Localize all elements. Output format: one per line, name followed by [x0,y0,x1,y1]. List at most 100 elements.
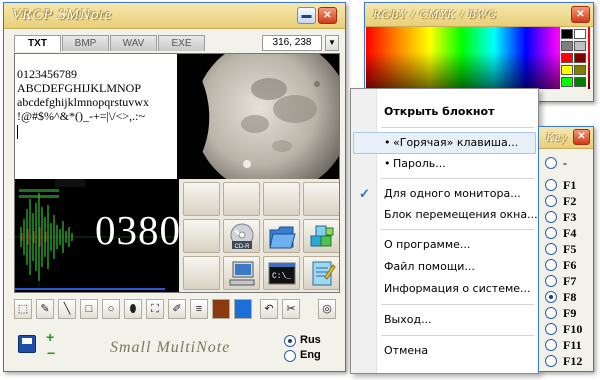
key-label: F10 [563,322,583,336]
key-radio[interactable] [545,323,557,335]
menu-separator [381,127,534,128]
key-label: F2 [563,194,577,208]
key-radio[interactable] [545,259,557,271]
key-radio[interactable] [545,339,557,351]
close-button[interactable]: ✕ [318,7,337,24]
tab-txt[interactable]: TXT [14,35,61,52]
key-radio[interactable] [545,275,557,287]
cursor-coords: 316, 238 [262,35,322,51]
eyedropper-icon[interactable]: ✐ [168,299,186,319]
menu-bullet: • [384,157,391,170]
swatch-silver[interactable] [574,41,586,51]
palette-close-button[interactable]: ✕ [571,6,590,23]
check-icon: ✓ [359,186,370,201]
launcher-cd-r[interactable]: CD-R [223,219,260,253]
menu-exit[interactable]: Выход... [384,313,432,326]
launcher-slot[interactable] [183,219,220,253]
color-blue-icon[interactable] [234,299,252,319]
minimize-button[interactable]: ▬ [297,7,316,24]
color-brown-icon[interactable] [212,299,230,319]
key-radio-selected[interactable] [545,291,557,303]
main-titlebar[interactable]: VRCP SMNote ▬ ✕ [4,3,345,29]
color-spectrum[interactable] [366,27,590,89]
lang-eng-radio[interactable] [284,350,296,362]
menu-separator [381,304,534,305]
ellipse-icon[interactable]: ○ [102,299,120,319]
key-title: Key [546,130,568,144]
lang-rus-radio[interactable] [284,335,296,347]
key-radio[interactable] [545,243,557,255]
notepad-icon [312,261,336,286]
menu-password[interactable]: Пароль... [393,157,446,170]
key-label: F8 [563,290,577,304]
menu-single-monitor[interactable]: Для одного монитора... [384,187,521,200]
swatch-green[interactable] [561,77,573,87]
launcher-slot[interactable] [303,182,339,216]
swatch-white[interactable] [574,29,586,39]
key-radio[interactable] [545,211,557,223]
save-icon[interactable] [18,335,36,353]
key-label: F11 [563,338,582,352]
launcher-computer[interactable] [223,256,260,290]
menu-move-block[interactable]: Блок перемещения окна... [384,208,538,221]
console-label: C:\_ [272,272,291,281]
menu-system-info[interactable]: Информация о системе... [384,282,531,295]
key-label: F5 [563,242,577,256]
main-window: VRCP SMNote ▬ ✕ TXT BMP WAV EXE 316, 238… [3,2,346,372]
key-radio[interactable] [545,195,557,207]
swatch-black[interactable] [561,29,573,39]
launcher-folder[interactable] [263,219,300,253]
launcher-notepad[interactable] [303,256,339,290]
launcher-slot[interactable] [223,182,260,216]
spray-icon[interactable]: ⛶ [146,299,164,319]
undo-icon[interactable]: ↶ [260,299,278,319]
launcher-puzzle[interactable] [303,219,339,253]
swatch-red[interactable] [561,53,573,63]
key-radio[interactable] [545,179,557,191]
select-rect-icon[interactable]: ⬚ [14,299,32,319]
launcher-slot[interactable] [263,182,300,216]
key-close-button[interactable]: ✕ [573,129,590,145]
cd-r-icon: CD-R [230,223,254,250]
pen-icon[interactable]: ✎ [36,299,54,319]
key-radio[interactable] [545,157,557,169]
launcher-grid: CD-R C:\_ [179,179,339,292]
swatch-yellow[interactable] [561,65,573,75]
zoom-in-icon[interactable]: + [46,329,54,345]
launcher-console[interactable]: C:\_ [263,256,300,290]
tab-wav[interactable]: WAV [110,35,157,51]
menu-cancel[interactable]: Отмена [384,344,428,357]
fill-icon[interactable]: ⬮ [124,299,142,319]
key-titlebar[interactable]: Key ✕ [539,127,593,149]
menu-about[interactable]: О программе... [384,238,470,251]
line-icon[interactable]: ╲ [58,299,76,319]
swatch-darkgreen[interactable] [574,77,586,87]
menu-help-file[interactable]: Файл помощи... [384,260,475,273]
key-label: F7 [563,274,577,288]
tab-exe[interactable]: EXE [158,35,205,51]
text-line: 0123456789 [17,67,77,81]
key-radio[interactable] [545,307,557,319]
palette-titlebar[interactable]: RGBY / CMYK / BWG ✕ [365,3,593,27]
zoom-out-icon[interactable]: − [47,345,55,361]
options-dropdown[interactable]: ▼ [325,35,339,51]
menu-hotkey[interactable]: «Горячая» клавиша... [393,136,518,149]
key-radio[interactable] [545,227,557,239]
key-label: F4 [563,226,577,240]
menu-open-notepad[interactable]: Открыть блокнот [384,105,494,118]
swatch-gray[interactable] [561,41,573,51]
line-width-icon[interactable]: ≡ [190,299,208,319]
key-radio[interactable] [545,355,557,367]
swatch-olive[interactable] [574,65,586,75]
folder-icon [269,226,296,249]
target-icon[interactable]: ◎ [318,299,336,319]
tab-bmp[interactable]: BMP [62,35,109,51]
rectangle-icon[interactable]: □ [80,299,98,319]
swatch-maroon[interactable] [574,53,586,63]
launcher-slot[interactable] [183,256,220,290]
launcher-slot[interactable] [183,182,220,216]
clear-icon[interactable]: ✂ [282,299,300,319]
text-preview[interactable]: 0123456789 ABCDEFGHIJKLMNOP abcdefghijklmn… [15,54,177,179]
menu-separator [381,335,534,336]
status-panel: + − Small MultiNote Rus Eng [4,325,350,373]
